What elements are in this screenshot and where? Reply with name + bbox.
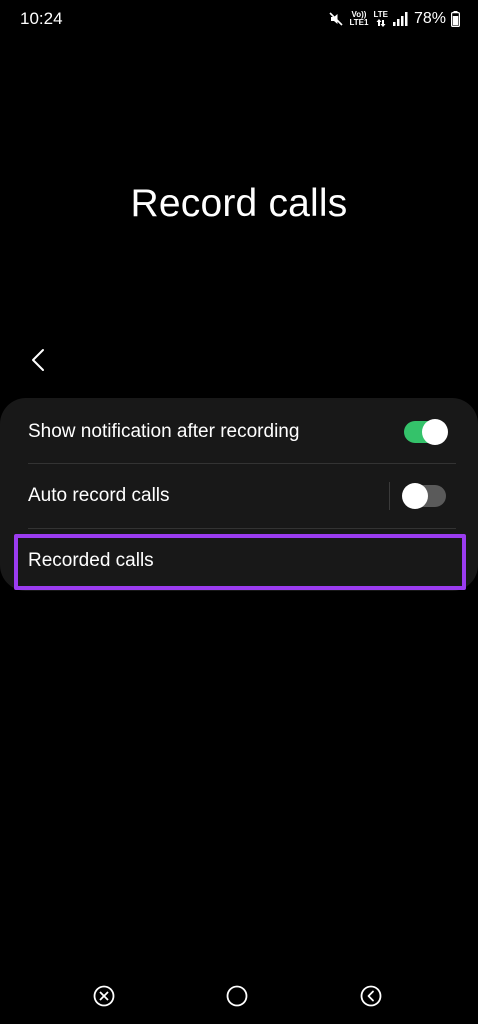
- setting-label: Auto record calls: [28, 485, 170, 506]
- navigation-bar: [0, 975, 478, 1015]
- status-icons: Vo)) LTE1 LTE 78%: [328, 8, 460, 30]
- status-time: 10:24: [20, 9, 63, 28]
- setting-row-show-notification[interactable]: Show notification after recording: [0, 400, 478, 464]
- row-separator: [389, 482, 390, 510]
- data-arrows-icon: [376, 19, 386, 27]
- settings-card: Show notification after recording Auto r…: [0, 398, 478, 591]
- setting-row-recorded-calls[interactable]: Recorded calls: [0, 529, 478, 593]
- signal-icon: [392, 12, 409, 26]
- home-button[interactable]: [224, 983, 250, 1009]
- battery-percent: 78%: [413, 10, 446, 27]
- nav-back-button[interactable]: [358, 983, 384, 1009]
- setting-row-auto-record[interactable]: Auto record calls: [0, 464, 478, 528]
- volte-indicator: Vo)) LTE1: [349, 11, 368, 27]
- recents-button[interactable]: [91, 983, 117, 1009]
- recents-icon: [93, 985, 115, 1007]
- setting-label: Recorded calls: [28, 550, 154, 571]
- page-title: Record calls: [130, 182, 348, 225]
- setting-label: Show notification after recording: [28, 421, 300, 442]
- lte-indicator: LTE: [373, 11, 388, 27]
- mute-icon: [328, 11, 344, 27]
- nav-back-icon: [360, 985, 382, 1007]
- toggle-knob: [422, 419, 448, 445]
- back-button[interactable]: [22, 342, 54, 378]
- auto-record-toggle[interactable]: [402, 483, 446, 509]
- battery-icon: [451, 11, 460, 27]
- show-notification-toggle[interactable]: [404, 419, 448, 445]
- home-icon: [226, 985, 248, 1007]
- lte-label: LTE: [373, 10, 388, 19]
- status-bar: 10:24 Vo)) LTE1 LTE 78%: [0, 0, 478, 40]
- toggle-knob: [402, 483, 428, 509]
- lte1-label: LTE1: [349, 18, 369, 27]
- chevron-left-icon: [32, 349, 44, 371]
